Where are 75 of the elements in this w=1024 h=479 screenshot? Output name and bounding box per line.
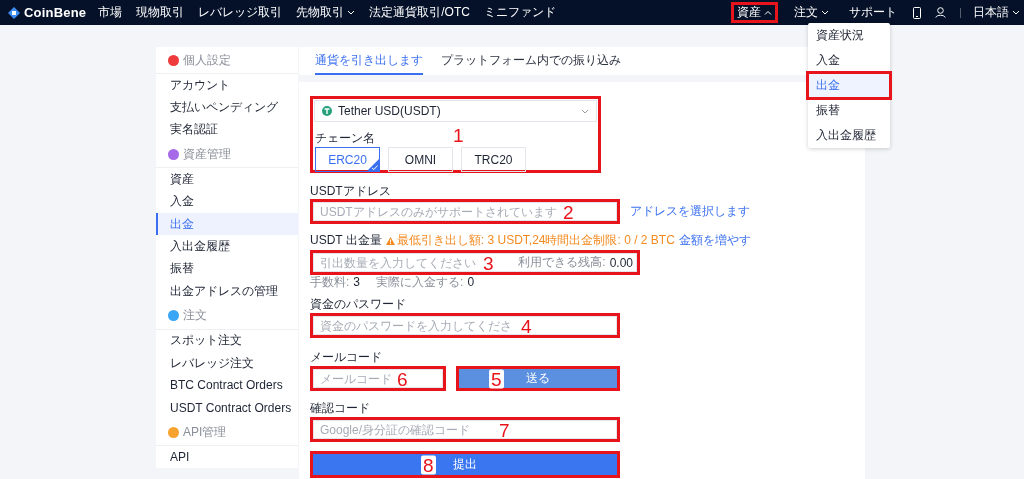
send-button[interactable]: 5 送る [456,366,620,391]
sidebar-item[interactable]: 入出金履歴 [156,235,298,258]
user-icon[interactable] [935,7,946,18]
caret-icon [764,10,772,15]
warning-icon [385,236,395,245]
chain-option[interactable]: ERC20 [315,147,380,172]
sidebar-item[interactable]: 資産 [156,168,298,191]
tab[interactable]: プラットフォーム内での振り込み [441,47,621,75]
annotation-number: 6 [397,369,408,388]
balance-value: 0.00 [609,255,633,270]
nav-link[interactable]: 先物取引 [296,4,356,21]
field-label: チェーン名 [315,132,375,145]
annotation-number: 8 [421,455,436,474]
field-label: USDT 出金量 [310,232,382,249]
nav-link[interactable]: 現物取引 [136,4,185,21]
caret-icon [821,10,829,15]
received-value: 0 [467,275,475,289]
sidebar-group-title: 注文 [183,307,207,324]
nav-link[interactable]: レバレッジ取引 [198,4,283,21]
phone-icon[interactable] [913,6,921,19]
nav-menu-item[interactable]: 注文 [790,2,833,23]
annotation-number: 5 [489,369,504,388]
caret-icon [347,10,356,15]
field-label: 確認コード [310,402,370,415]
sidebar-group-title: 資産管理 [183,145,231,163]
dropdown-item[interactable]: 資産状況 [808,23,890,48]
chain-option[interactable]: TRC20 [461,147,526,172]
annotation-number: 4 [521,316,532,335]
sidebar-group-title: 個人設定 [183,51,231,69]
sidebar-item[interactable]: レバレッジ注文 [156,351,298,375]
tab[interactable]: 通貨を引き出します [315,47,423,75]
chevron-icon [581,108,589,114]
increase-limit-link[interactable]: 金額を増やす [678,232,751,249]
language-selector[interactable]: 日本語 [973,4,1020,21]
sidebar-group-title: API管理 [183,423,227,441]
nav-menu-item[interactable]: サポート [845,2,901,23]
sidebar-item[interactable]: 入金 [156,190,298,213]
select-address-link[interactable]: アドレスを選択します [630,203,750,220]
chain-option[interactable]: OMNI [388,147,453,172]
annotation-number: 3 [483,253,494,272]
logo-text[interactable]: CoinBene [24,5,87,20]
field-label: 資金のパスワード [310,298,406,311]
balance-label: 利用できる残高: [518,254,606,271]
fee-label: 手数料: [310,273,350,291]
annotation-number: 7 [499,420,510,439]
fee-value: 3 [353,275,361,289]
sidebar-item[interactable]: 出金 [156,212,298,236]
field-label: メールコード [310,351,382,364]
sidebar-item[interactable]: 支払いペンディング [156,96,298,119]
dropdown-item[interactable]: 出金 [808,73,890,98]
nav-link[interactable]: 市場 [98,4,123,21]
logo-icon [8,6,20,19]
currency-select[interactable]: Tether USD(USDT) [314,100,597,122]
limit-notice: 最低引き出し額: 3 USDT,24時間出金制限: 0 / 2 BTC [396,232,675,249]
field-label: USDTアドレス [310,185,391,198]
nav-link[interactable]: ミニファンド [483,4,556,21]
dropdown-item[interactable]: 入金 [808,48,890,73]
nav-menu-item[interactable]: 資産 [731,2,778,23]
sidebar-item[interactable]: 実名認証 [156,118,298,142]
annotation-number: 2 [563,202,574,221]
dropdown-item[interactable]: 入出金履歴 [808,123,890,148]
dropdown-item[interactable]: 振替 [808,98,890,123]
sidebar-item[interactable]: スポット注文 [156,329,298,352]
annotation-number: 1 [453,125,464,144]
nav-link[interactable]: 法定通貨取引/OTC [369,4,470,21]
sidebar-item[interactable]: アカウント [156,74,298,97]
sidebar-item[interactable]: 出金アドレスの管理 [156,280,298,303]
sidebar-item[interactable]: USDT Contract Orders [156,396,298,420]
sidebar-item[interactable]: 振替 [156,257,298,281]
caret-icon [1012,10,1020,15]
submit-button[interactable]: 8 提出 [310,451,620,478]
received-label: 実際に入金する: [376,273,464,291]
sidebar-item[interactable]: BTC Contract Orders [156,374,298,397]
sidebar-item[interactable]: API [156,446,298,469]
tether-icon [322,106,332,116]
